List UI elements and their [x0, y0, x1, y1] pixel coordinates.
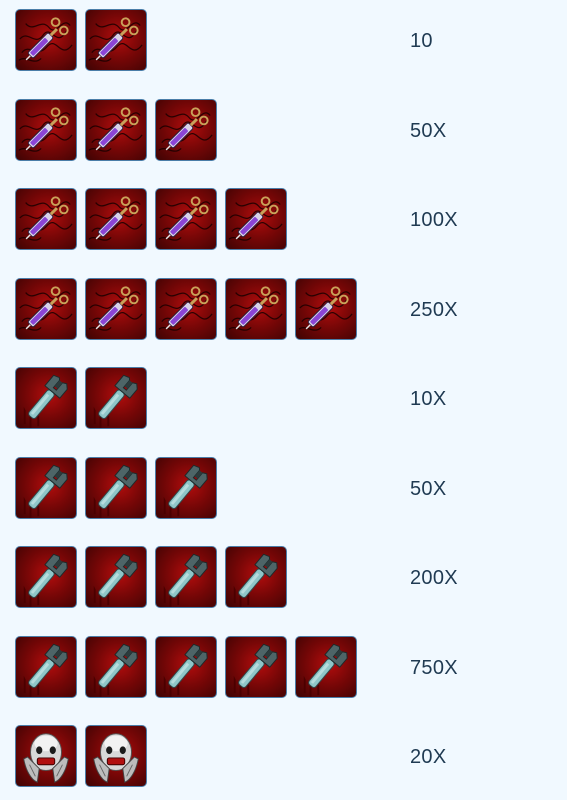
pipe-wrench-icon: [15, 546, 77, 608]
pipe-wrench-icon: [225, 546, 287, 608]
pipe-wrench-icon: [85, 546, 147, 608]
syringe-icon: [85, 188, 147, 250]
pipe-wrench-icon: [225, 635, 287, 698]
reward-amount: 20X: [410, 746, 447, 768]
reward-amount: 200X: [410, 567, 458, 589]
pipe-wrench-icon: [85, 456, 147, 519]
syringe-icon: [85, 277, 147, 340]
syringe-icon: [15, 98, 77, 161]
reward-row: 10X: [0, 367, 567, 431]
pipe-wrench-icon: [295, 635, 357, 698]
reward-amount: 250X: [410, 298, 458, 321]
reward-row: 20X: [0, 725, 567, 789]
syringe-icon: [225, 277, 287, 340]
syringe-icon: [85, 9, 147, 71]
pipe-wrench-icon: [15, 367, 77, 429]
syringe-icon: [155, 277, 217, 340]
reward-amount: 10X: [410, 388, 447, 410]
syringe-icon: [155, 188, 217, 250]
syringe-icon: [15, 277, 77, 340]
pipe-wrench-icon: [15, 635, 77, 698]
reward-amount: 750X: [410, 656, 458, 679]
reward-list: 10 50X 100X 250X 10X 50X 200X 750X 20X: [0, 0, 567, 800]
reward-row: 250X: [0, 277, 567, 342]
pipe-wrench-icon: [155, 635, 217, 698]
syringe-icon: [225, 188, 287, 250]
reward-amount: 50X: [410, 119, 447, 142]
reward-amount: 50X: [410, 477, 447, 500]
reward-row: 200X: [0, 546, 567, 610]
reward-row: 100X: [0, 188, 567, 252]
reward-row: 10: [0, 9, 567, 73]
syringe-icon: [85, 98, 147, 161]
reward-row: 750X: [0, 635, 567, 700]
pipe-wrench-icon: [155, 456, 217, 519]
screaming-mask-icon: [85, 725, 147, 787]
reward-row: 50X: [0, 456, 567, 521]
reward-amount: 100X: [410, 209, 458, 231]
pipe-wrench-icon: [85, 635, 147, 698]
syringe-icon: [15, 188, 77, 250]
reward-row: 50X: [0, 98, 567, 163]
reward-amount: 10: [410, 30, 433, 52]
syringe-icon: [155, 98, 217, 161]
pipe-wrench-icon: [15, 456, 77, 519]
syringe-icon: [15, 9, 77, 71]
pipe-wrench-icon: [155, 546, 217, 608]
screaming-mask-icon: [15, 725, 77, 787]
syringe-icon: [295, 277, 357, 340]
pipe-wrench-icon: [85, 367, 147, 429]
